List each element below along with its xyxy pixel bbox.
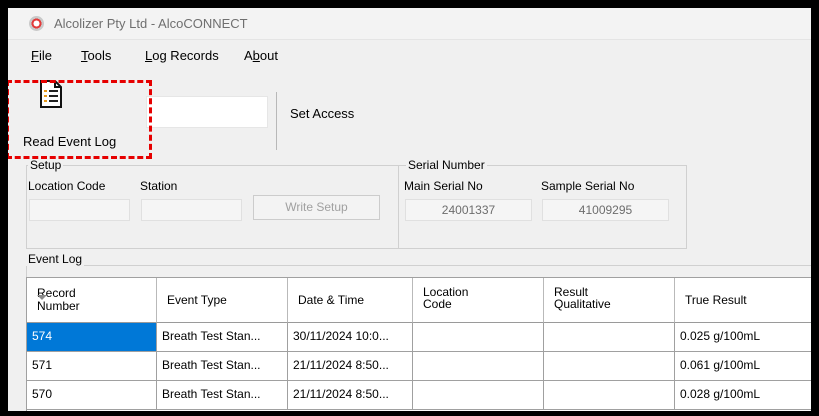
cell-true-result[interactable]: 0.028 g/100mL <box>675 381 811 410</box>
document-list-icon <box>40 80 62 108</box>
event-log-table[interactable]: Record Number Event Type Date & Time Loc… <box>26 277 811 411</box>
sample-serial-label: Sample Serial No <box>541 179 635 193</box>
access-code-input[interactable] <box>146 96 268 128</box>
cell-result-qualitative[interactable] <box>544 352 675 381</box>
cell-record-number[interactable]: 570 <box>27 381 157 410</box>
cell-location-code[interactable] <box>413 352 544 381</box>
event-log-group-title: Event Log <box>26 252 85 266</box>
menu-file[interactable]: File <box>31 48 52 63</box>
cell-record-number[interactable]: 574 <box>27 323 157 352</box>
column-header-event-type[interactable]: Event Type <box>157 278 288 323</box>
app-logo-icon <box>29 16 44 31</box>
app-window: Alcolizer Pty Ltd - AlcoCONNECT File Too… <box>8 8 811 411</box>
cell-true-result[interactable]: 0.061 g/100mL <box>675 352 811 381</box>
sample-serial-field: 41009295 <box>542 199 669 221</box>
column-header-record-number[interactable]: Record Number <box>27 278 157 323</box>
cell-location-code[interactable] <box>413 323 544 352</box>
cell-true-result[interactable]: 0.025 g/100mL <box>675 323 811 352</box>
cell-date-time[interactable]: 21/11/2024 8:50... <box>288 381 413 410</box>
read-event-log-label: Read Event Log <box>23 134 117 149</box>
setup-group-title: Setup <box>28 158 64 172</box>
cell-result-qualitative[interactable] <box>544 381 675 410</box>
location-code-label: Location Code <box>28 179 106 193</box>
cell-date-time[interactable]: 30/11/2024 10:0... <box>288 323 413 352</box>
menu-log-records[interactable]: Log Records <box>145 48 219 63</box>
cell-result-qualitative[interactable] <box>544 323 675 352</box>
title-bar: Alcolizer Pty Ltd - AlcoCONNECT <box>8 8 811 40</box>
station-field[interactable] <box>141 199 242 221</box>
main-serial-field: 24001337 <box>405 199 532 221</box>
cell-record-number[interactable]: 571 <box>27 352 157 381</box>
column-header-location-code[interactable]: Location Code <box>413 278 544 323</box>
write-setup-button[interactable]: Write Setup <box>253 195 380 220</box>
serial-number-group-title: Serial Number <box>406 158 487 172</box>
station-label: Station <box>140 179 178 193</box>
cell-event-type[interactable]: Breath Test Stan... <box>157 381 288 410</box>
cell-event-type[interactable]: Breath Test Stan... <box>157 323 288 352</box>
menu-about[interactable]: About <box>244 48 278 63</box>
window-title: Alcolizer Pty Ltd - AlcoCONNECT <box>54 16 248 31</box>
main-serial-label: Main Serial No <box>404 179 483 193</box>
column-header-true-result[interactable]: True Result <box>675 278 811 323</box>
cell-location-code[interactable] <box>413 381 544 410</box>
menu-tools[interactable]: Tools <box>81 48 111 63</box>
toolbar-separator <box>276 92 277 150</box>
location-code-field[interactable] <box>29 199 130 221</box>
read-event-log-button[interactable]: Read Event Log <box>10 76 145 154</box>
sort-descending-icon <box>37 295 47 300</box>
set-access-button[interactable]: Set Access <box>290 106 354 121</box>
column-header-date-time[interactable]: Date & Time <box>288 278 413 323</box>
cell-event-type[interactable]: Breath Test Stan... <box>157 352 288 381</box>
column-header-result-qualitative[interactable]: Result Qualitative <box>544 278 675 323</box>
cell-date-time[interactable]: 21/11/2024 8:50... <box>288 352 413 381</box>
